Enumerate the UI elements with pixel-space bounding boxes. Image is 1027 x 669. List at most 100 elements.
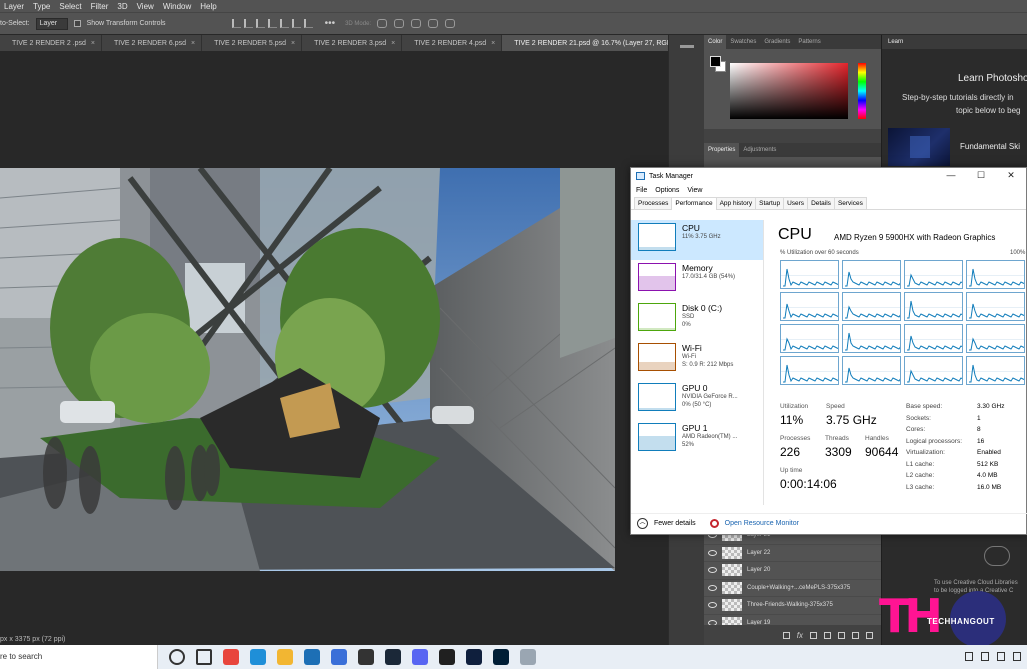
eye-icon[interactable] — [708, 567, 717, 574]
close-button[interactable]: ✕ — [996, 168, 1026, 183]
next-app-icon[interactable] — [439, 649, 455, 665]
autodesk-icon[interactable] — [331, 649, 347, 665]
layer-row[interactable]: Three-Friends-Walking-375x375 — [704, 597, 881, 615]
align-middle-icon[interactable] — [279, 19, 289, 28]
menu-options[interactable]: Options — [655, 187, 679, 194]
task-view-icon[interactable] — [196, 649, 212, 665]
new-group-icon[interactable] — [838, 631, 845, 639]
scale-3d-icon[interactable] — [445, 19, 456, 28]
new-layer-icon[interactable] — [852, 631, 859, 639]
eye-icon[interactable] — [708, 549, 717, 556]
open-resource-monitor-link[interactable]: Open Resource Monitor — [725, 520, 799, 527]
tray-network-icon[interactable] — [997, 652, 1005, 661]
dock-grip-icon[interactable] — [679, 45, 694, 48]
doc-tab-active[interactable]: TIVE 2 RENDER 21.psd @ 16.7% (Layer 27, … — [502, 35, 696, 51]
resource-item[interactable]: CPU 11% 3.75 GHz — [631, 220, 763, 260]
maximize-button[interactable]: ☐ — [966, 168, 996, 183]
tab-adjustments[interactable]: Adjustments — [739, 147, 780, 153]
edge-icon[interactable] — [250, 649, 266, 665]
mail-icon[interactable] — [304, 649, 320, 665]
doc-tab[interactable]: TIVE 2 RENDER 4.psd × — [402, 35, 503, 51]
adjustment-layer-icon[interactable] — [824, 631, 831, 639]
chrome-icon[interactable] — [223, 649, 239, 665]
menu-filter[interactable]: Filter — [87, 2, 114, 11]
menu-view[interactable]: View — [133, 2, 159, 11]
orbit-3d-icon[interactable] — [377, 19, 388, 28]
steam-icon[interactable] — [385, 649, 401, 665]
tab-patterns[interactable]: Patterns — [794, 39, 824, 45]
align-bottom-icon[interactable] — [291, 19, 301, 28]
tab-performance[interactable]: Performance — [671, 197, 717, 210]
photoshop-icon[interactable] — [466, 649, 482, 665]
learn-card-thumbnail[interactable] — [888, 128, 950, 166]
tab-gradients[interactable]: Gradients — [760, 39, 794, 45]
color-picker-field[interactable] — [730, 63, 848, 119]
close-icon[interactable]: × — [191, 40, 195, 47]
layer-row[interactable]: Layer 22 — [704, 545, 881, 562]
trash-icon[interactable] — [866, 631, 873, 639]
file-explorer-icon[interactable] — [277, 649, 293, 665]
roll-3d-icon[interactable] — [394, 19, 405, 28]
doc-tab[interactable]: TIVE 2 RENDER 3.psd × — [302, 35, 403, 51]
resource-item[interactable]: Wi-Fi Wi-Fi S: 0.9 R: 212 Mbps — [631, 340, 763, 380]
tray-chevron-icon[interactable] — [965, 652, 973, 661]
pan-3d-icon[interactable] — [411, 19, 422, 28]
tab-users[interactable]: Users — [783, 197, 809, 209]
tray-battery-icon[interactable] — [981, 652, 989, 661]
tab-learn[interactable]: Learn — [882, 35, 1027, 49]
doc-tab[interactable]: TIVE 2 RENDER 2 .psd × — [0, 35, 103, 51]
resource-item[interactable]: GPU 0 NVIDIA GeForce R... 0% (50 °C) — [631, 380, 763, 420]
distribute-icon[interactable] — [303, 19, 313, 28]
close-icon[interactable]: × — [391, 40, 395, 47]
menu-file[interactable]: File — [636, 187, 647, 194]
xbox-icon[interactable] — [358, 649, 374, 665]
close-icon[interactable]: × — [291, 40, 295, 47]
fx-icon[interactable]: fx — [797, 631, 803, 640]
tab-properties[interactable]: Properties — [704, 143, 740, 157]
align-right-icon[interactable] — [255, 19, 265, 28]
chevron-up-icon[interactable]: ︿ — [637, 518, 648, 529]
discord-icon[interactable] — [412, 649, 428, 665]
tab-color[interactable]: Color — [704, 35, 727, 49]
taskbar-search-box[interactable]: re to search — [0, 645, 158, 669]
transform-controls-checkbox[interactable] — [73, 20, 81, 27]
foreground-color-swatch[interactable] — [710, 56, 721, 67]
tab-processes[interactable]: Processes — [634, 197, 673, 209]
eye-icon[interactable] — [708, 602, 717, 609]
menu-help[interactable]: Help — [196, 2, 221, 11]
eye-icon[interactable] — [708, 584, 717, 591]
resource-item[interactable]: Disk 0 (C:) SSD 0% — [631, 300, 763, 340]
photoshop-active-icon[interactable] — [493, 649, 509, 665]
search-circle-icon[interactable] — [169, 649, 185, 665]
menu-layer[interactable]: Layer — [0, 2, 29, 11]
tab-services[interactable]: Services — [833, 197, 867, 209]
tab-details[interactable]: Details — [807, 197, 835, 209]
menu-view[interactable]: View — [687, 187, 702, 194]
tab-startup[interactable]: Startup — [755, 197, 785, 209]
auto-select-dropdown[interactable]: Layer — [35, 17, 68, 30]
layer-row[interactable]: Couple+Walking+...ceMePLS-375x375 — [704, 580, 881, 597]
slide-3d-icon[interactable] — [428, 19, 439, 28]
menu-window[interactable]: Window — [159, 2, 196, 11]
canvas-area[interactable] — [0, 51, 668, 641]
doc-tab[interactable]: TIVE 2 RENDER 6.psd × — [102, 35, 203, 51]
layer-mask-icon[interactable] — [810, 631, 817, 639]
learn-card-title[interactable]: Fundamental Ski — [960, 142, 1020, 151]
doc-tab[interactable]: TIVE 2 RENDER 5.psd × — [202, 35, 303, 51]
resource-item[interactable]: GPU 1 AMD Radeon(TM) ... 52% — [631, 420, 763, 460]
minimize-button[interactable]: — — [936, 168, 966, 183]
tray-volume-icon[interactable] — [1013, 652, 1021, 661]
tab-app-history[interactable]: App history — [715, 197, 757, 209]
close-icon[interactable]: × — [491, 40, 495, 47]
link-layers-icon[interactable] — [782, 631, 790, 639]
align-center-icon[interactable] — [243, 19, 253, 28]
close-icon[interactable]: × — [91, 40, 95, 47]
layer-row[interactable]: Layer 20 — [704, 562, 881, 580]
task-manager-titlebar[interactable]: Task Manager — ☐ ✕ — [631, 168, 1026, 184]
hue-slider[interactable] — [858, 63, 866, 119]
tab-swatches[interactable]: Swatches — [726, 39, 760, 45]
scanner-icon[interactable] — [520, 649, 536, 665]
resource-item[interactable]: Memory 17.0/31.4 GB (54%) — [631, 260, 763, 300]
fewer-details-link[interactable]: Fewer details — [654, 520, 696, 527]
more-options-icon[interactable]: ••• — [325, 18, 336, 29]
